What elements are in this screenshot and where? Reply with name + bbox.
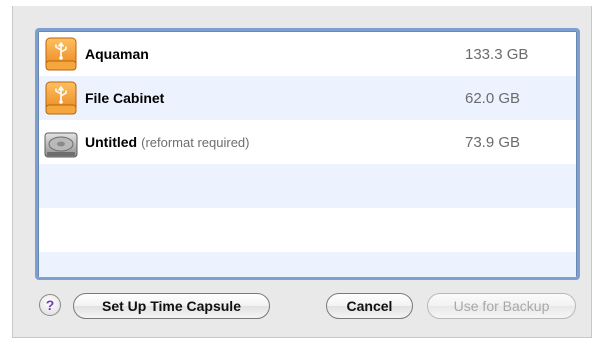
disk-list[interactable]: Aquaman 133.3 GB File Cabinet 62.0 GB Un… [35, 28, 580, 280]
internal-disk-icon [44, 132, 78, 158]
empty-row [39, 252, 576, 277]
usb-drive-icon [45, 81, 77, 115]
cancel-button[interactable]: Cancel [326, 293, 413, 319]
empty-row [39, 208, 576, 252]
disk-row-file-cabinet[interactable]: File Cabinet 62.0 GB [39, 76, 576, 120]
disk-note: (reformat required) [141, 134, 250, 150]
empty-row [39, 164, 576, 208]
help-button[interactable]: ? [39, 294, 61, 316]
disk-row-aquaman[interactable]: Aquaman 133.3 GB [39, 32, 576, 76]
disk-name: File Cabinet [85, 90, 165, 106]
disk-size: 62.0 GB [465, 89, 521, 107]
disk-list-inner: Aquaman 133.3 GB File Cabinet 62.0 GB Un… [38, 31, 577, 277]
backup-disk-sheet: Aquaman 133.3 GB File Cabinet 62.0 GB Un… [12, 6, 592, 338]
use-for-backup-button: Use for Backup [427, 293, 576, 319]
disk-size: 73.9 GB [465, 133, 521, 151]
set-up-time-capsule-button[interactable]: Set Up Time Capsule [73, 293, 270, 319]
usb-drive-icon [45, 37, 77, 71]
disk-name: Aquaman [85, 46, 149, 62]
disk-name: Untitled [85, 134, 138, 150]
disk-size: 133.3 GB [465, 45, 529, 63]
disk-row-untitled[interactable]: Untitled (reformat required) 73.9 GB [39, 120, 576, 164]
